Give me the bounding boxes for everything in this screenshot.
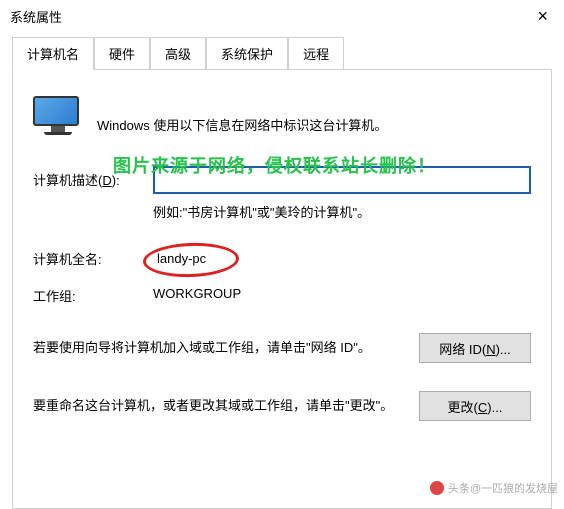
watermark-overlay: 图片来源于网络，侵权联系站长删除！ <box>113 152 436 178</box>
change-button[interactable]: 更改(C)... <box>419 391 531 421</box>
network-id-text: 若要使用向导将计算机加入域或工作组，请单击"网络 ID"。 <box>33 336 399 359</box>
network-id-button[interactable]: 网络 ID(N)... <box>419 333 531 363</box>
workgroup-label: 工作组: <box>33 286 153 305</box>
source-watermark: 头条@一匹狼的发烧屋 <box>430 480 558 496</box>
watermark-logo-icon <box>430 481 444 495</box>
tab-panel-computer-name: 图片来源于网络，侵权联系站长删除！ Windows 使用以下信息在网络中标识这台… <box>12 69 552 509</box>
workgroup-value: WORKGROUP <box>153 286 241 305</box>
tab-hardware[interactable]: 硬件 <box>94 37 150 70</box>
intro-text: Windows 使用以下信息在网络中标识这台计算机。 <box>97 101 387 134</box>
close-icon[interactable]: × <box>531 6 554 27</box>
description-example: 例如:"书房计算机"或"美玲的计算机"。 <box>153 202 531 221</box>
tab-remote[interactable]: 远程 <box>288 37 344 70</box>
computer-icon <box>33 96 83 138</box>
change-text: 要重命名这台计算机，或者更改其域或工作组，请单击"更改"。 <box>33 394 399 417</box>
tab-advanced[interactable]: 高级 <box>150 37 206 70</box>
window-title: 系统属性 <box>10 7 62 26</box>
fullname-label: 计算机全名: <box>33 249 153 268</box>
tab-computer-name[interactable]: 计算机名 <box>12 37 94 70</box>
tab-strip: 计算机名 硬件 高级 系统保护 远程 <box>12 37 552 70</box>
fullname-value: landy-pc <box>153 249 210 268</box>
tab-system-protection[interactable]: 系统保护 <box>206 37 288 70</box>
